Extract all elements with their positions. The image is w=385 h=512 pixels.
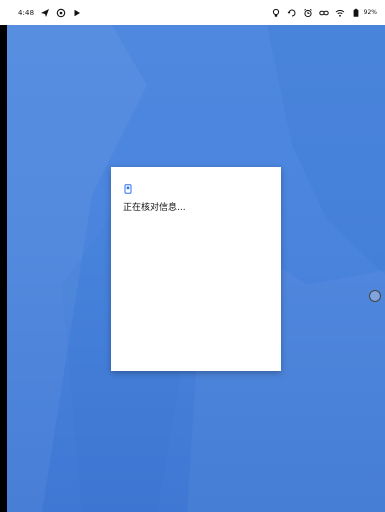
status-left: 4:48 [18,8,82,18]
wallpaper: 正在核对信息... [7,25,385,512]
verifying-message: 正在核对信息... [123,203,186,213]
status-bar: 4:48 92% [0,0,385,25]
play-icon [72,8,82,18]
alarm-icon [303,8,313,18]
screen: 4:48 92% 正在核对信息... [0,0,385,512]
battery-icon [351,8,361,18]
sync-icon [287,8,297,18]
at-icon [56,8,66,18]
battery-percent: 92% [363,9,377,16]
floating-assistive-button[interactable] [369,290,381,302]
phone-icon [124,184,132,194]
status-time: 4:48 [18,8,35,17]
verification-dialog: 正在核对信息... [111,167,281,371]
send-icon [40,8,50,18]
status-right: 92% [271,8,377,18]
lightbulb-icon [271,8,281,18]
link-icon [318,8,329,18]
wifi-icon [335,8,345,18]
